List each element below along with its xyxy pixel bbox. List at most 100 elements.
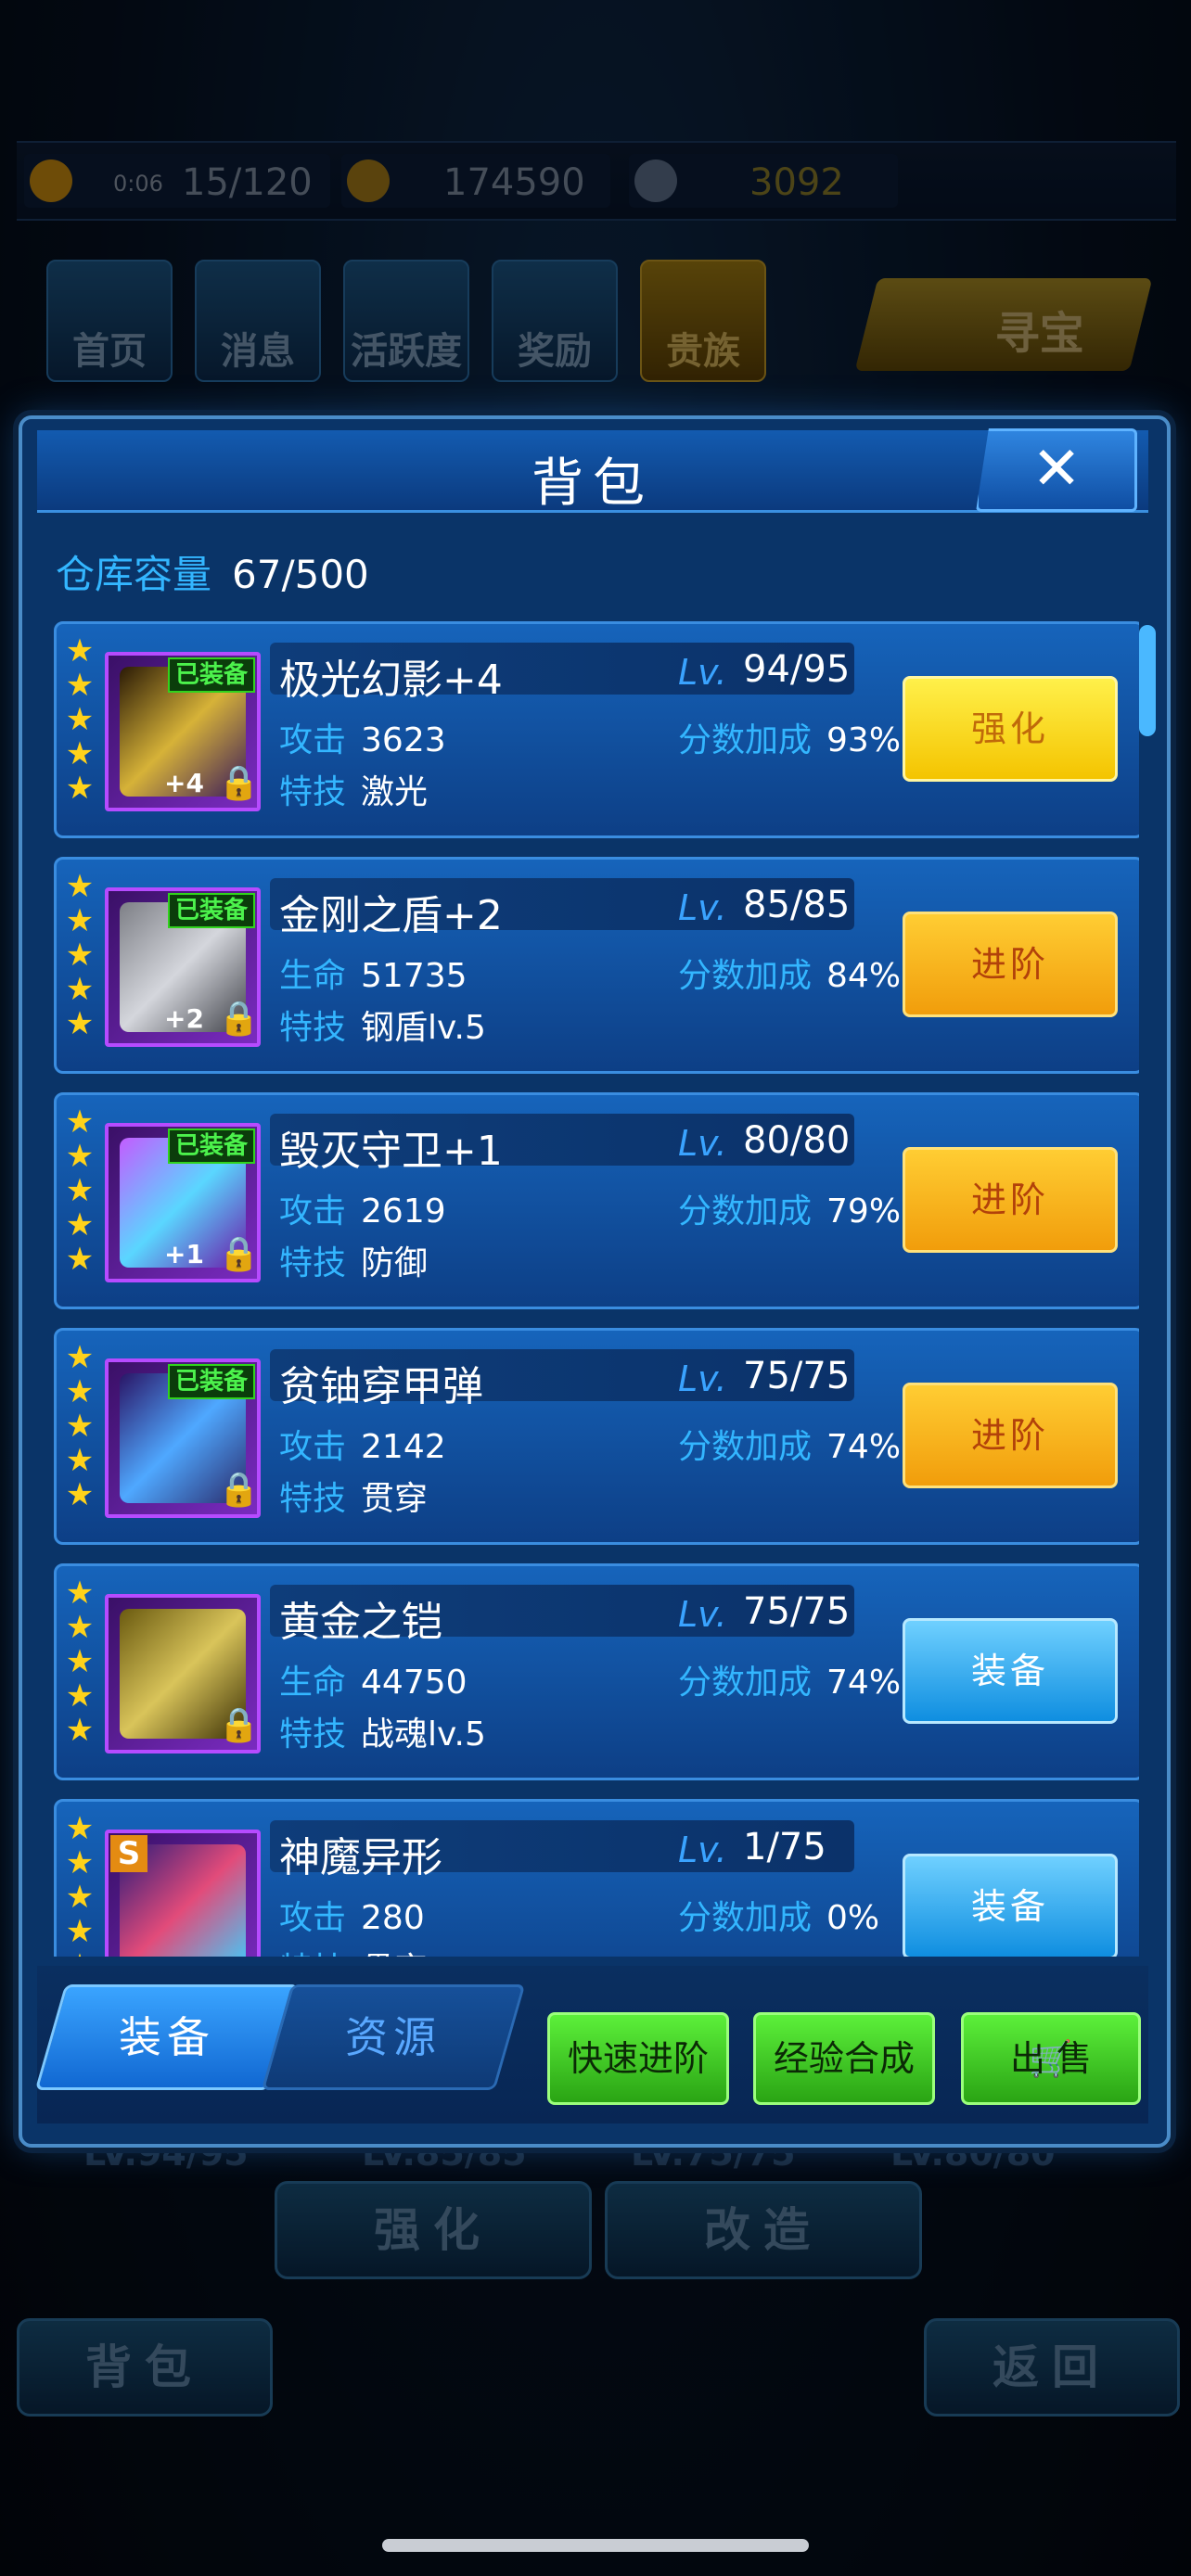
stat-value: 51735 xyxy=(361,957,467,995)
advance-item-button[interactable]: 进阶 xyxy=(903,1383,1118,1488)
list-item[interactable]: ★★★★★ S 神魔异形 Lv. 1/75 攻击280 分数加成0% 特技贯穿 … xyxy=(54,1799,1139,1957)
star-rating: ★★★★★ xyxy=(64,1106,97,1278)
item-bonus: 分数加成 84% xyxy=(678,949,901,997)
equipped-badge: 已装备 xyxy=(167,1129,255,1164)
item-stat: 攻击 2619 xyxy=(279,1184,446,1232)
star-rating: ★★★★★ xyxy=(64,1577,97,1749)
item-stat: 攻击 3623 xyxy=(279,713,446,761)
skill-label: 特技 xyxy=(279,1009,347,1047)
star-icon: ★ xyxy=(65,868,95,905)
stat-value: 2619 xyxy=(361,1192,446,1231)
bonus-value: 84% xyxy=(826,957,902,995)
list-item[interactable]: ★ ★ ★ ★ ★ 🔒 黄金之铠 Lv. 75/75 生命 44750 分数加成 74% 特… xyxy=(54,1563,1139,1780)
item-bonus: 分数加成 74% xyxy=(678,1420,901,1468)
star-icon: ★ xyxy=(64,1950,96,1957)
bonus-label: 分数加成 xyxy=(678,1428,813,1466)
star-icon: ★ xyxy=(65,971,95,1008)
star-icon: ★ xyxy=(65,1442,95,1479)
star-icon: ★ xyxy=(65,902,95,939)
list-item[interactable]: ★ ★ ★ ★ ★ 已装备 🔒 贫铀穿甲弹 Lv. 75/75 攻击 2142 分数加成 7… xyxy=(54,1328,1139,1545)
star-icon: ★ xyxy=(65,937,95,974)
item-stat: 攻击 2142 xyxy=(279,1420,446,1468)
advance-item-button[interactable]: 进阶 xyxy=(903,1147,1118,1253)
quick-advance-button[interactable]: 快速进阶 xyxy=(547,2012,729,2105)
equip-item-button[interactable]: 装备 xyxy=(903,1618,1118,1724)
lock-icon[interactable]: 🔒 xyxy=(218,763,260,804)
strengthen-item-button[interactable]: 强化 xyxy=(903,676,1118,782)
star-icon: ★ xyxy=(65,1172,95,1209)
action-label: 装备 xyxy=(970,1886,1049,1927)
star-rating: ★★★★★ xyxy=(64,1342,97,1513)
list-item[interactable]: ★ ★ ★ ★ ★ 已装备 +4 🔒 极光幻影+4 Lv. 94/95 攻击 3623 分… xyxy=(54,621,1139,838)
item-name: 黄金之铠 xyxy=(279,1599,442,1646)
action-label: 强化 xyxy=(970,708,1049,749)
level-label: Lv. xyxy=(678,652,727,693)
item-bonus: 分数加成 0% xyxy=(678,1891,879,1939)
bonus-label: 分数加成 xyxy=(678,721,813,759)
stat-value: 44750 xyxy=(361,1664,467,1702)
star-icon: ★ xyxy=(65,1913,95,1950)
star-rating: ★★★★★ xyxy=(64,1813,97,1957)
item-name: 毁灭守卫+1 xyxy=(279,1128,503,1175)
lock-icon[interactable]: 🔒 xyxy=(218,1470,260,1511)
stat-label: 生命 xyxy=(279,957,347,995)
item-skill: 特技贯穿 xyxy=(279,1472,428,1520)
advance-item-button[interactable]: 进阶 xyxy=(903,912,1118,1017)
item-name: 贫铀穿甲弹 xyxy=(279,1363,483,1410)
stat-value: 3623 xyxy=(361,721,446,759)
list-item[interactable]: ★ ★ ★ ★ ★ 已装备 +2 🔒 金刚之盾+2 Lv. 85/85 生命 51735 … xyxy=(54,857,1139,1074)
star-icon: ★ xyxy=(65,1206,95,1243)
lock-icon[interactable]: 🔒 xyxy=(218,1705,260,1746)
star-icon: ★ xyxy=(65,1005,95,1042)
action-label: 进阶 xyxy=(970,1415,1049,1456)
stat-label: 攻击 xyxy=(279,1428,347,1466)
warehouse-capacity: 仓库容量 67/500 xyxy=(56,543,369,600)
level-label: Lv. xyxy=(678,1358,727,1399)
lock-icon[interactable]: 🔒 xyxy=(218,999,260,1039)
list-item[interactable]: ★ ★ ★ ★ ★ 已装备 +1 🔒 毁灭守卫+1 Lv. 80/80 攻击 2619 分… xyxy=(54,1092,1139,1309)
skill-value: 贯穿 xyxy=(361,1951,428,1957)
equipped-badge: 已装备 xyxy=(167,1364,255,1399)
star-icon: ★ xyxy=(65,1103,95,1141)
star-icon: ★ xyxy=(65,667,95,704)
star-rating: ★★★★★ xyxy=(64,871,97,1042)
sell-button[interactable]: 🛒 出 售 xyxy=(961,2012,1141,2105)
tab-resources[interactable]: 资源 xyxy=(261,1984,526,2090)
item-bonus: 分数加成 74% xyxy=(678,1655,901,1703)
lock-icon[interactable]: 🔒 xyxy=(218,1234,260,1275)
rarity-badge: S xyxy=(110,1835,147,1872)
star-icon: ★ xyxy=(65,1643,95,1680)
star-icon: ★ xyxy=(65,1810,95,1847)
capacity-label: 仓库容量 xyxy=(56,552,212,597)
item-list[interactable]: ★ ★ ★ ★ ★ 已装备 +4 🔒 极光幻影+4 Lv. 94/95 攻击 3623 分… xyxy=(54,621,1139,1957)
exp-synthesis-button[interactable]: 经验合成 xyxy=(753,2012,935,2105)
item-skill: 特技 钢盾lv.5 xyxy=(279,1001,486,1049)
list-scrollbar[interactable] xyxy=(1139,625,1156,736)
skill-value: 防御 xyxy=(361,1244,429,1282)
item-name: 金刚之盾+2 xyxy=(279,892,503,939)
star-icon: ★ xyxy=(65,1609,95,1646)
item-level: 85/85 xyxy=(743,884,851,926)
star-icon: ★ xyxy=(65,1677,95,1715)
skill-label: 特技 xyxy=(279,1951,346,1957)
star-icon: ★ xyxy=(65,701,95,738)
quick-advance-label: 快速进阶 xyxy=(567,2038,709,2079)
home-indicator[interactable] xyxy=(382,2539,809,2552)
star-rating: ★★★★★ xyxy=(64,635,97,807)
bonus-value: 79% xyxy=(826,1192,902,1231)
tab-equipment[interactable]: 装备 xyxy=(34,1984,300,2090)
item-name-bar: 贫铀穿甲弹 Lv. 75/75 xyxy=(270,1349,854,1410)
capacity-value: 67/500 xyxy=(232,552,369,597)
star-icon: ★ xyxy=(65,1879,95,1916)
bonus-label: 分数加成 xyxy=(678,1192,813,1231)
item-level: 75/75 xyxy=(743,1590,851,1633)
item-thumbnail[interactable]: S xyxy=(105,1830,261,1957)
enhance-level: +2 xyxy=(164,1003,204,1034)
star-icon: ★ xyxy=(65,1575,95,1612)
item-stat: 攻击 280 xyxy=(279,1891,425,1939)
bonus-value: 74% xyxy=(826,1428,902,1466)
equip-item-button[interactable]: 装备 xyxy=(903,1854,1118,1957)
sell-text: 出 售 xyxy=(1009,2038,1093,2079)
close-button[interactable]: ✕ xyxy=(976,428,1137,512)
stat-value: 2142 xyxy=(361,1428,446,1466)
